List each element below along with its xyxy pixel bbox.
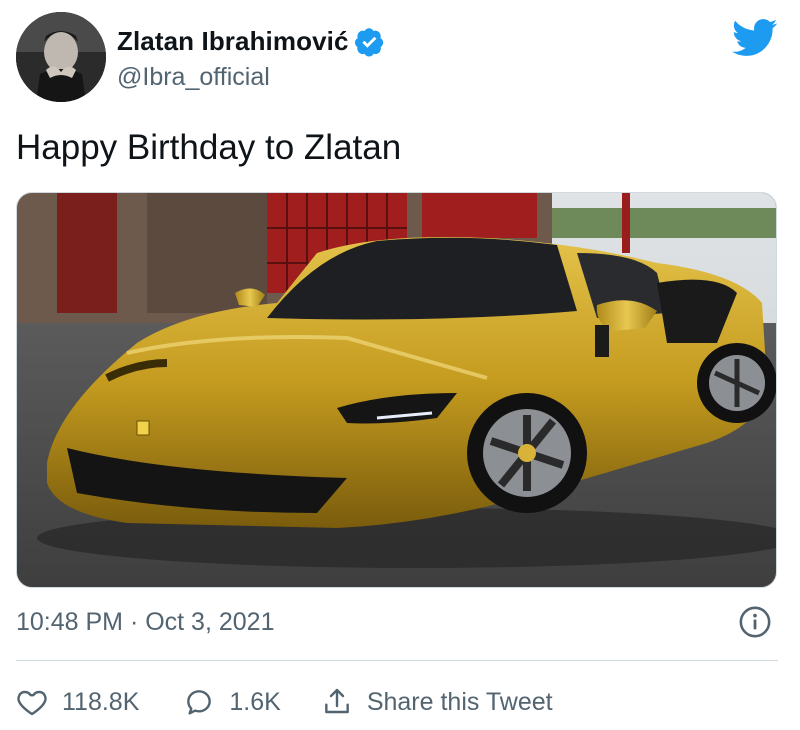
author-handle[interactable]: @Ibra_official xyxy=(117,63,385,92)
display-name[interactable]: Zlatan Ibrahimović xyxy=(117,26,349,57)
speech-bubble-icon xyxy=(187,690,212,715)
share-label: Share this Tweet xyxy=(366,687,553,716)
twitter-bird-icon[interactable] xyxy=(731,18,778,58)
share-upload-icon xyxy=(324,688,349,714)
author-names: Zlatan Ibrahimović @Ibra_official xyxy=(117,26,385,92)
tweet-header: Zlatan Ibrahimović @Ibra_official xyxy=(16,12,784,104)
like-count: 118.8K xyxy=(62,687,140,716)
verified-badge-icon xyxy=(354,27,385,57)
divider xyxy=(16,660,778,661)
tweet-media-image[interactable] xyxy=(16,192,777,588)
display-name-row: Zlatan Ibrahimović xyxy=(117,26,385,57)
like-button[interactable]: 118.8K xyxy=(16,686,139,718)
tweet-timestamp[interactable]: 10:48 PM · Oct 3, 2021 xyxy=(16,608,274,637)
info-icon[interactable] xyxy=(738,605,772,639)
share-button[interactable]: Share this Tweet xyxy=(321,686,553,718)
avatar[interactable] xyxy=(16,12,106,102)
reply-count: 1.6K xyxy=(229,687,281,716)
tweet-actions: 118.8K 1.6K Share this Tweet xyxy=(16,680,553,724)
reply-button[interactable]: 1.6K xyxy=(183,686,281,718)
tweet-text: Happy Birthday to Zlatan xyxy=(16,128,402,167)
heart-icon xyxy=(17,690,47,716)
